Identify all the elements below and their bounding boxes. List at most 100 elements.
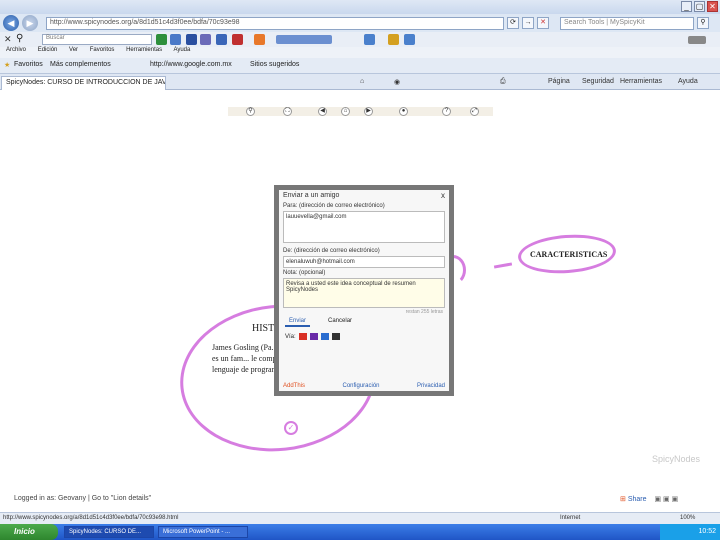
command-security[interactable]: Seguridad (582, 78, 614, 85)
toolbar-icon[interactable] (364, 34, 375, 45)
from-email-field[interactable]: elenaluwuh@hotmail.com (283, 256, 445, 268)
favorites-button[interactable]: Favoritos (14, 61, 43, 68)
menu-item[interactable]: Favoritos (90, 47, 115, 53)
address-bar[interactable]: http://www.spicynodes.org/a/8d1d51c4d3f0… (46, 17, 504, 30)
menu-item[interactable]: Ayuda (173, 47, 190, 53)
print-icon[interactable]: ⎙ (500, 78, 506, 86)
toolbar-icon[interactable] (186, 34, 197, 45)
dialog-title: Enviar a un amigo x (279, 190, 449, 202)
toolbar-icon[interactable] (200, 34, 211, 45)
yahoo-icon[interactable] (309, 333, 318, 340)
tab-active[interactable]: SpicyNodes: CURSO DE INTRODUCCION DE JAV… (1, 76, 166, 90)
menu-bar: Archivo Edición Ver Favoritos Herramient… (0, 47, 720, 58)
search-input[interactable]: Search Tools | MySpicyKit (560, 17, 694, 30)
home-icon[interactable]: ⌂ (360, 78, 364, 85)
favorites-link[interactable]: http://www.google.com.mx (150, 61, 232, 68)
command-tools[interactable]: Herramientas (620, 78, 662, 85)
favorites-bar: ★ Favoritos Más complementos http://www.… (0, 58, 720, 74)
minimize-button[interactable]: _ (681, 1, 692, 12)
menu-item[interactable]: Ver (69, 47, 78, 53)
system-tray: 10:52 (660, 524, 720, 540)
status-url: http://www.spicynodes.org/a/8d1d51c4d3f0… (3, 515, 179, 521)
address-row: ◀ ▶ http://www.spicynodes.org/a/8d1d51c4… (0, 14, 720, 32)
stop-icon[interactable]: ✕ (537, 17, 549, 29)
menu-item[interactable]: Herramientas (126, 47, 162, 53)
window-titlebar: _ ▢ ✕ (0, 0, 720, 14)
share-service-icons[interactable]: ▣ ▣ ▣ (654, 496, 678, 503)
from-label: De: (dirección de correo electrónico) (283, 248, 380, 254)
privacy-link[interactable]: Privacidad (417, 383, 445, 389)
favorites-star-icon: ★ (4, 62, 11, 69)
taskbar-item[interactable]: Microsoft PowerPoint - ... (158, 526, 248, 538)
note-label: Nota: (opcional) (283, 270, 326, 276)
dialog-title-text: Enviar a un amigo (283, 192, 340, 199)
window-controls: _ ▢ ✕ (681, 1, 718, 12)
brand-logo: SpicyNodes (652, 454, 701, 464)
toolbar-icon[interactable] (232, 34, 243, 45)
dialog-close-icon[interactable]: x (441, 191, 445, 200)
toolbar-icon[interactable] (216, 34, 227, 45)
fullscreen-icon[interactable]: ⤢ (470, 107, 479, 116)
toolbar-row: ✕ ⚲ Buscar (0, 32, 720, 47)
favorites-link[interactable]: Más complementos (50, 61, 111, 68)
share-label: Share (627, 496, 647, 503)
taskbar: Inicio SpicyNodes: CURSO DE... Microsoft… (0, 524, 720, 540)
hotmail-icon[interactable] (320, 333, 329, 340)
favorites-link[interactable]: Sitios sugeridos (250, 61, 299, 68)
toolbar-icon[interactable] (170, 34, 181, 45)
home-icon[interactable]: ⌂ (341, 107, 350, 116)
node-caracteristicas[interactable]: CARACTERISTICAS (530, 250, 607, 259)
start-button[interactable]: Inicio (0, 524, 58, 540)
addthis-link[interactable]: AddThis (283, 383, 305, 389)
star-icon[interactable] (254, 34, 265, 45)
note-field[interactable]: Revisa a usted este idea conceptual de r… (283, 278, 445, 308)
send-button[interactable]: Enviar (285, 318, 311, 327)
toolbar-dropdown[interactable] (276, 35, 332, 44)
wrench-icon[interactable] (688, 36, 706, 44)
share-plus-icon: ⊞ (620, 496, 626, 503)
navigation-controls: ⚲ ⛶ ◀ ⌂ ▶ ● ? ⤢ (228, 107, 493, 116)
dialog-footer: AddThis Configuración Privacidad (279, 383, 449, 389)
toolbar-icon[interactable] (404, 34, 415, 45)
toolbar-go-icon[interactable] (156, 34, 167, 45)
go-icon[interactable]: → (522, 17, 534, 29)
menu-item[interactable]: Archivo (6, 47, 26, 53)
cancel-button[interactable]: Cancelar (324, 318, 356, 327)
node-historia-title[interactable]: HIST (252, 323, 274, 334)
connector-line (493, 262, 513, 269)
aol-icon[interactable] (331, 333, 340, 340)
to-email-field[interactable]: lauuevella@gmail.com (283, 211, 445, 243)
command-page[interactable]: Página (548, 78, 570, 85)
help-icon[interactable]: ? (442, 107, 451, 116)
forward-button[interactable]: ▶ (22, 15, 38, 31)
page-content: ⚲ ⛶ ◀ ⌂ ▶ ● ? ⤢ CARACTERISTICAS HIST Jam… (0, 91, 720, 512)
back-button[interactable]: ◀ (3, 15, 19, 31)
search-icon: ⚲ (16, 33, 24, 44)
check-icon[interactable]: ✓ (284, 421, 298, 435)
share-via: Vía: (279, 327, 449, 346)
maximize-button[interactable]: ▢ (694, 1, 705, 12)
search-icon[interactable]: ⚲ (697, 17, 709, 29)
zoom-icon[interactable]: ⚲ (246, 107, 255, 116)
dialog-tabs: Enviar Cancelar (279, 315, 449, 327)
feeds-icon[interactable]: ◉ (394, 78, 400, 86)
toolbar-icon[interactable] (388, 34, 399, 45)
close-window-button[interactable]: ✕ (707, 1, 718, 12)
share-button[interactable]: ⊞ Share ▣ ▣ ▣ (620, 495, 678, 503)
settings-link[interactable]: Configuración (342, 383, 379, 389)
taskbar-item[interactable]: SpicyNodes: CURSO DE... (64, 526, 154, 538)
zoom-level[interactable]: 100% (680, 515, 695, 521)
close-toolbar-icon[interactable]: ✕ (4, 34, 12, 45)
status-bar: http://www.spicynodes.org/a/8d1d51c4d3f0… (0, 512, 720, 524)
toolbar-search-input[interactable]: Buscar (42, 34, 152, 45)
previous-icon[interactable]: ◀ (318, 107, 327, 116)
dot-icon[interactable]: ● (399, 107, 408, 116)
refresh-icon[interactable]: ⟳ (507, 17, 519, 29)
clock[interactable]: 10:52 (698, 528, 716, 535)
fit-icon[interactable]: ⛶ (283, 107, 292, 116)
logged-in-text[interactable]: Logged in as: Geovany | Go to "Lion deta… (14, 495, 151, 502)
command-help[interactable]: Ayuda (678, 78, 698, 85)
menu-item[interactable]: Edición (38, 47, 58, 53)
gmail-icon[interactable] (298, 333, 307, 340)
next-icon[interactable]: ▶ (364, 107, 373, 116)
